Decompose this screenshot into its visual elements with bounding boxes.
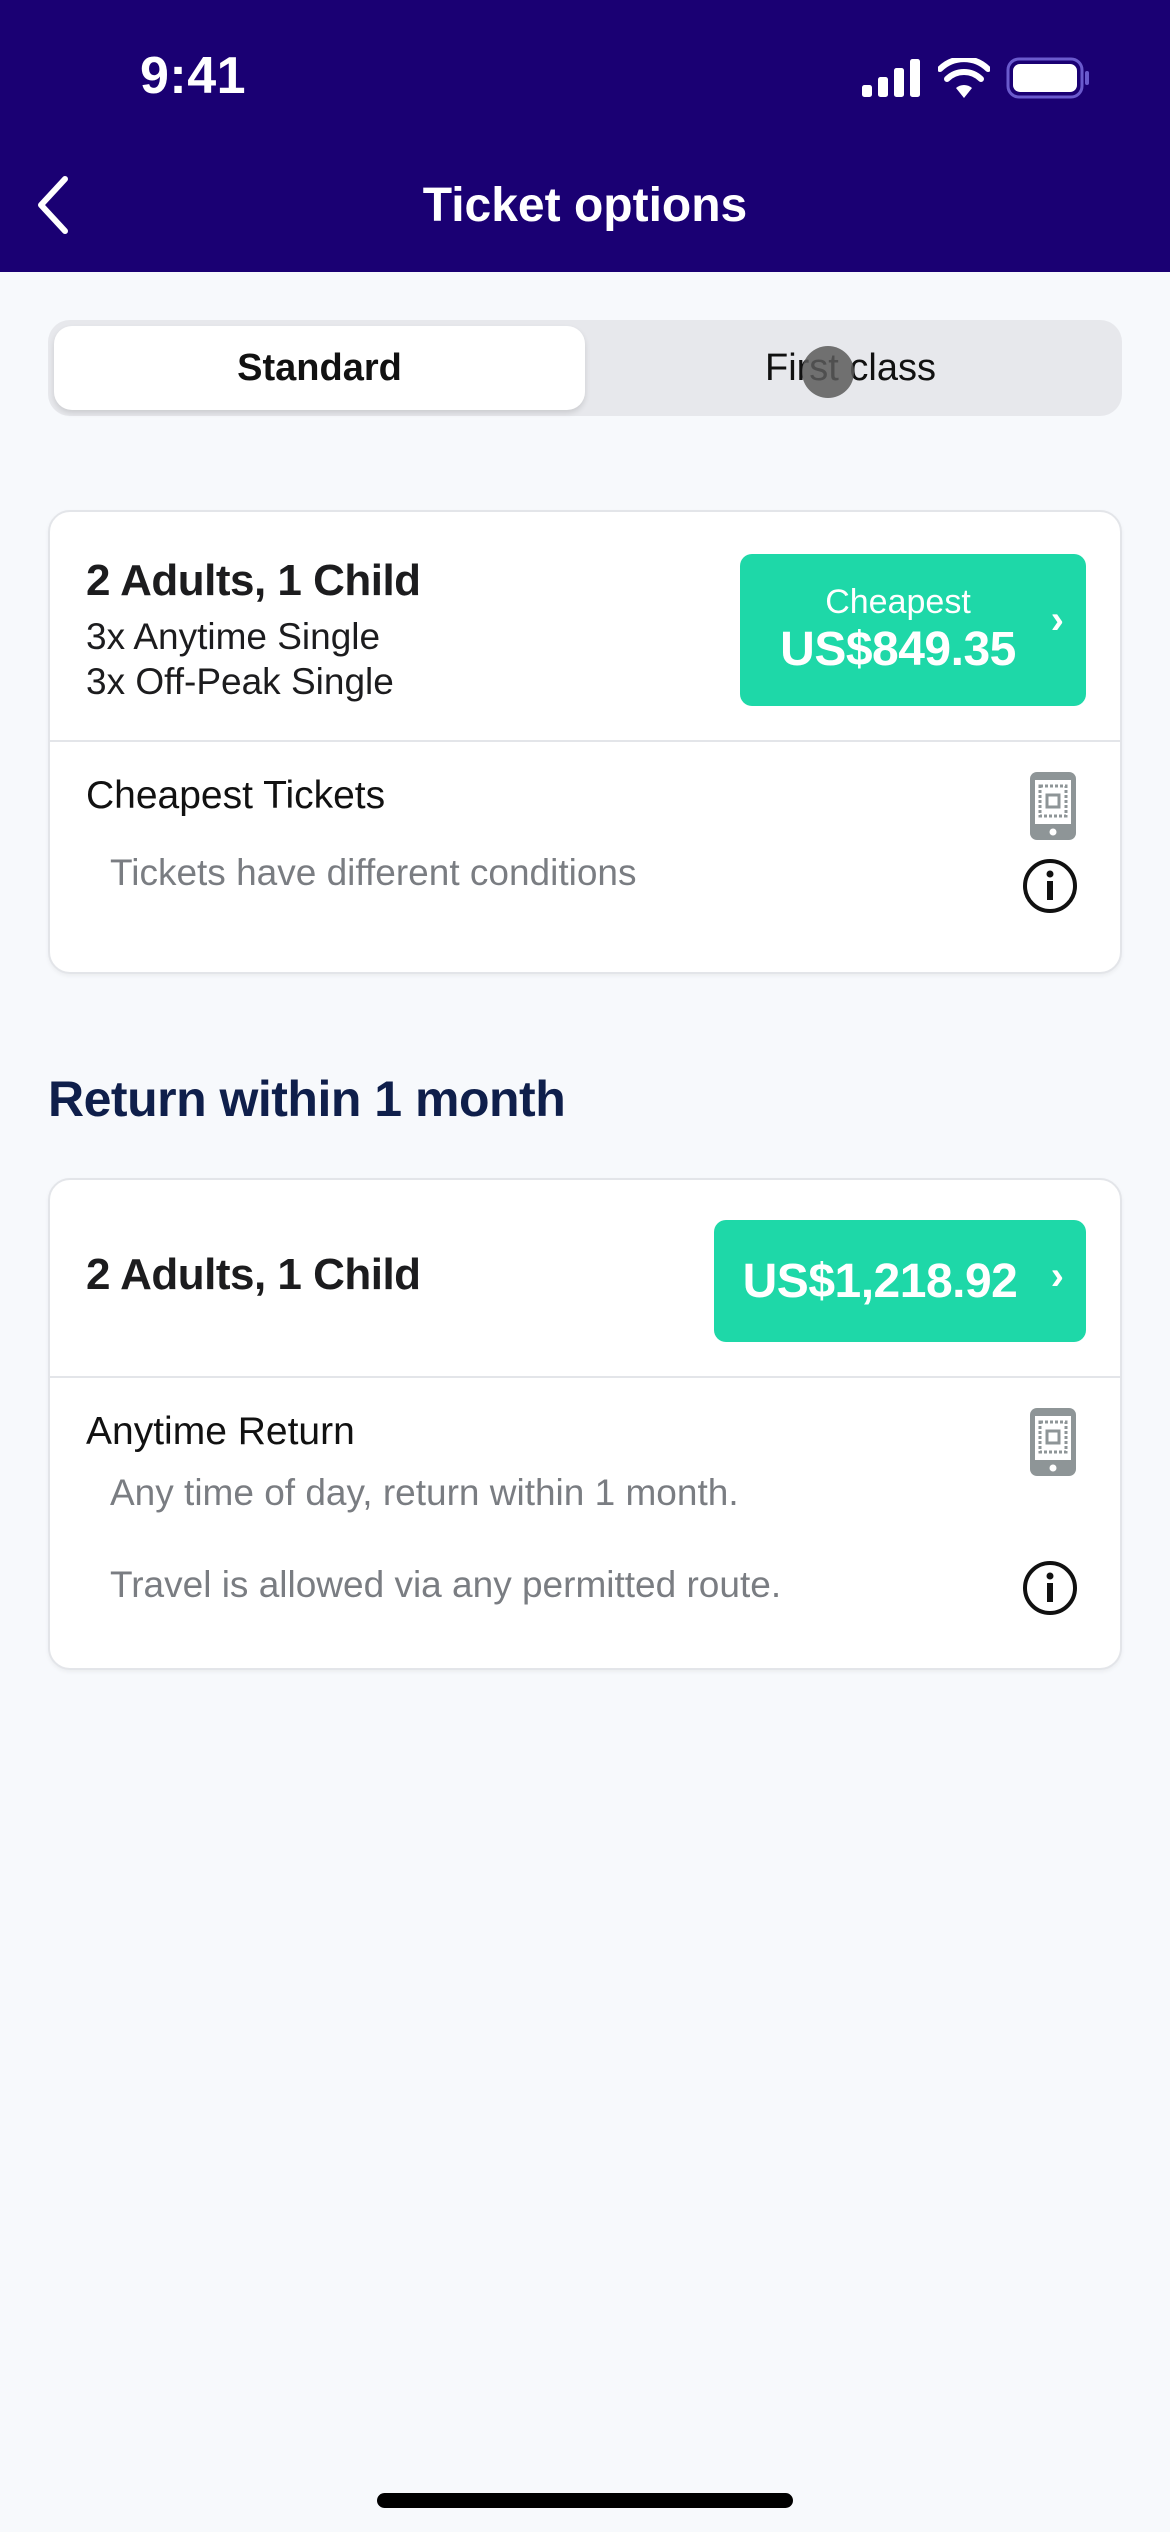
chevron-right-icon: › <box>1050 1254 1064 1298</box>
passenger-summary: 2 Adults, 1 Child <box>86 1250 421 1299</box>
status-icons <box>862 56 1090 100</box>
ticket-details: Cheapest Tickets Tickets have different … <box>50 742 1120 972</box>
mobile-ticket-icon <box>1030 1408 1076 1476</box>
status-time: 9:41 <box>140 47 247 105</box>
page-title: Ticket options <box>422 179 748 232</box>
return-ticket-card: 2 Adults, 1 Child US$1,218.92 › Anytime … <box>48 1178 1122 1670</box>
ticket-line: 3x Anytime Single <box>86 616 381 657</box>
class-segmented-control: Standard First class <box>48 320 1122 416</box>
ticket-name: Cheapest Tickets <box>86 774 386 817</box>
card-summary: 2 Adults, 1 Child US$1,218.92 › <box>50 1180 1120 1378</box>
ticket-description: Any time of day, return within 1 month. <box>110 1472 739 1513</box>
ticket-name: Anytime Return <box>86 1410 355 1453</box>
tab-standard[interactable]: Standard <box>54 326 585 410</box>
info-icon[interactable] <box>1022 1560 1078 1616</box>
home-indicator[interactable] <box>377 2493 793 2508</box>
price-amount: US$1,218.92 <box>742 1254 1018 1308</box>
cheapest-price-button[interactable]: Cheapest US$849.35 › <box>740 554 1086 706</box>
ticket-details: Anytime Return Any time of day, return w… <box>50 1378 1120 1668</box>
chevron-right-icon: › <box>1050 598 1064 642</box>
return-price-button[interactable]: US$1,218.92 › <box>714 1220 1086 1342</box>
mobile-ticket-icon <box>1030 772 1076 840</box>
ticket-line: 3x Off-Peak Single <box>86 661 394 702</box>
passenger-summary: 2 Adults, 1 Child <box>86 556 421 605</box>
info-icon[interactable] <box>1022 858 1078 914</box>
price-amount: US$849.35 <box>780 623 1016 676</box>
section-title: Return within 1 month <box>48 1071 566 1127</box>
cheapest-ticket-card: 2 Adults, 1 Child 3x Anytime Single 3x O… <box>48 510 1122 974</box>
touch-indicator <box>802 346 854 398</box>
ticket-description: Travel is allowed via any permitted rout… <box>110 1564 782 1605</box>
wifi-icon <box>938 58 990 98</box>
card-summary: 2 Adults, 1 Child 3x Anytime Single 3x O… <box>50 512 1120 742</box>
battery-icon <box>1006 57 1089 99</box>
cellular-signal-icon <box>862 59 920 97</box>
ticket-description: Tickets have different conditions <box>110 852 637 893</box>
price-label: Cheapest <box>825 583 971 621</box>
header: 9:41 Ticket options <box>0 0 1170 272</box>
